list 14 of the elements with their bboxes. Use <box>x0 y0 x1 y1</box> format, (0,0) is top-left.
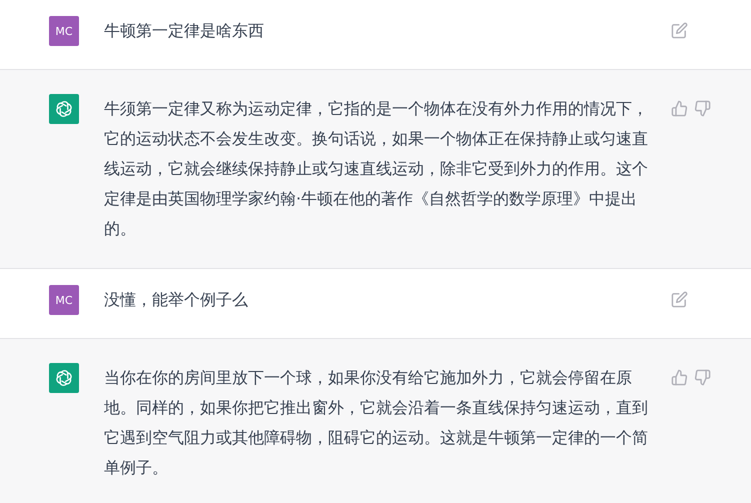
message-text: 牛须第一定律又称为运动定律，它指的是一个物体在没有外力作用的情况下，它的运动状态不会发生改变。换句话说，如果一个物体正在保持静止或匀速直线运动，它就会继续保持静止或匀速直线运动，除非它受到外力的作用。这个定律是由英国物理学家约翰·牛顿在他的著作《自然哲学的数学原理》中提出的。 <box>104 98 649 240</box>
thumbs-up-icon[interactable] <box>671 369 688 386</box>
thumbs-up-icon[interactable] <box>671 100 688 117</box>
thumbs-down-icon[interactable] <box>694 100 711 117</box>
message-text: 当你在你的房间里放下一个球，如果你没有给它施加外力，它就会停留在原地。同样的，如果你把它推出窗外，它就会沿着一条直线保持匀速运动，直到它遇到空气阻力或其他障碍物，阻碍它的运动。这就是牛顿第一定律的一个简单例子。 <box>104 367 649 479</box>
edit-icon[interactable] <box>671 22 688 39</box>
user-avatar: MC <box>49 16 79 46</box>
message-text: 牛顿第一定律是啥东西 <box>104 20 265 42</box>
knot-logo-icon <box>54 368 74 388</box>
message-text: 没懂，能举个例子么 <box>104 289 249 311</box>
edit-icon[interactable] <box>671 291 688 308</box>
thumbs-down-icon[interactable] <box>694 369 711 386</box>
user-avatar: MC <box>49 285 79 315</box>
knot-logo-icon <box>54 99 74 119</box>
